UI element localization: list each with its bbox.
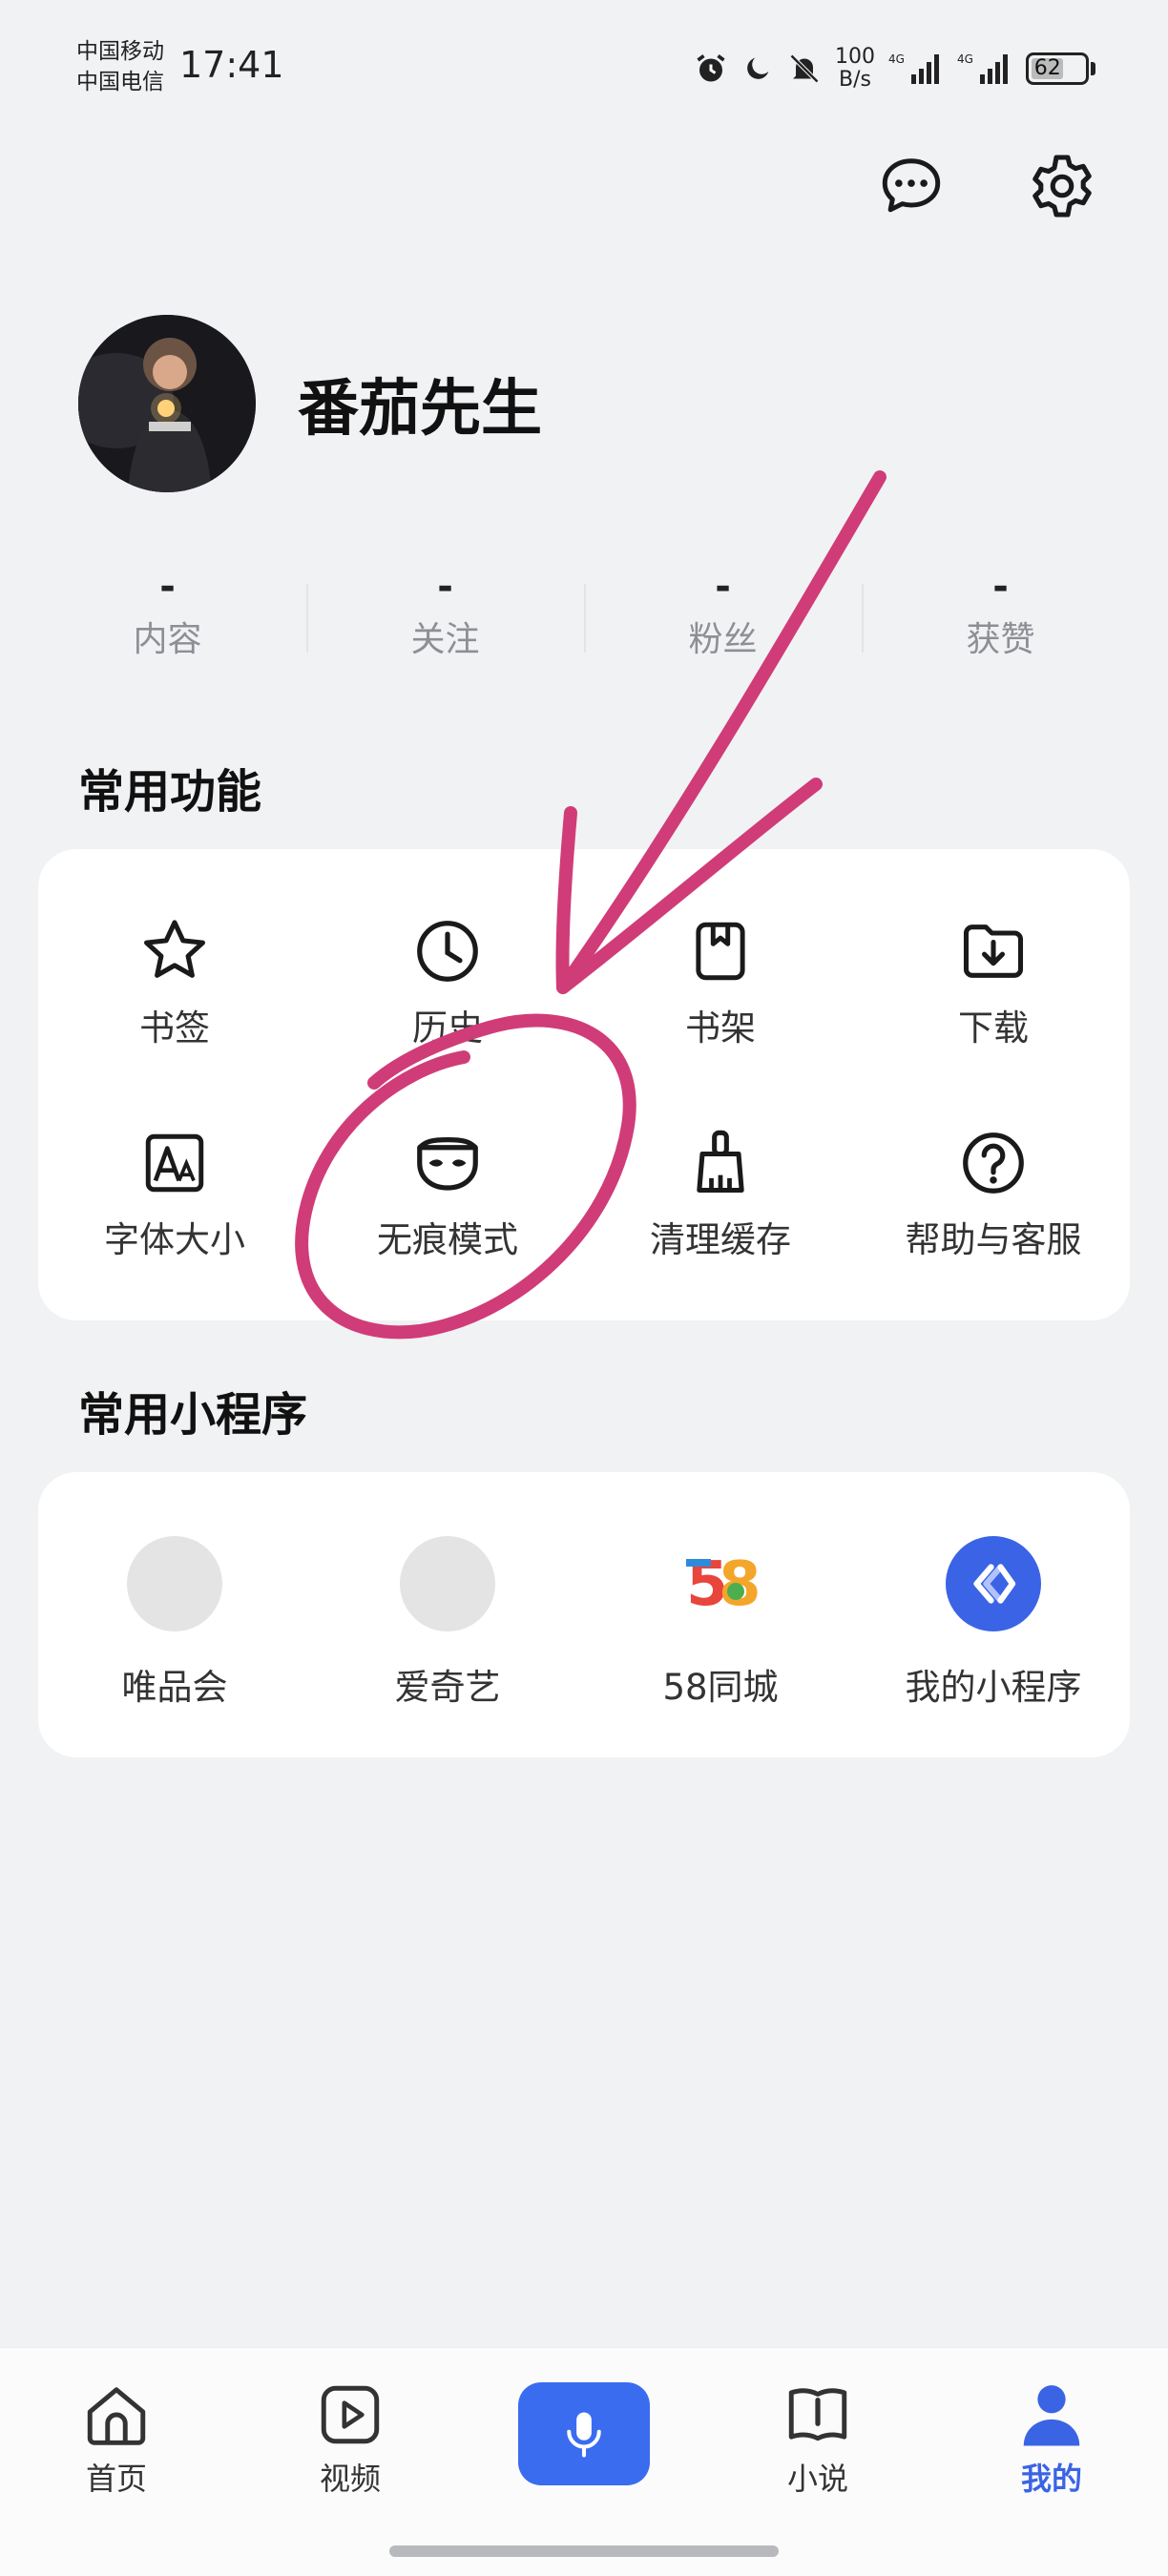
microphone-icon — [567, 2412, 601, 2458]
alarm-icon — [697, 54, 725, 82]
moon-icon — [747, 57, 769, 79]
mini-program-label: 我的小程序 — [905, 1667, 1082, 1708]
bookshelf-icon — [696, 922, 745, 981]
function-bookmark[interactable]: 书签 — [38, 849, 311, 1061]
carrier-2: 中国电信 — [76, 70, 164, 94]
mini-program-logo-icon — [946, 1536, 1041, 1631]
stat-value: - — [437, 565, 453, 609]
stat-likes[interactable]: - 获赞 — [862, 563, 1139, 687]
mini-program-iqiyi[interactable]: 爱奇艺 — [311, 1472, 584, 1757]
stat-label: 关注 — [410, 620, 480, 659]
bottom-nav: 首页 视频 小说 我的 — [0, 2347, 1168, 2576]
mini-program-label: 唯品会 — [121, 1667, 228, 1708]
net-speed: 100 B/s — [835, 45, 875, 92]
battery-indicator: 62 — [1026, 52, 1095, 85]
settings-button[interactable] — [1027, 151, 1097, 221]
stat-fans[interactable]: - 粉丝 — [584, 563, 862, 687]
nav-video[interactable]: 视频 — [274, 2377, 427, 2499]
carrier-names: 中国移动 中国电信 — [76, 36, 164, 97]
mini-program-placeholder-icon — [400, 1536, 495, 1631]
stat-value: - — [159, 565, 176, 609]
help-icon — [963, 1132, 1024, 1194]
clock-icon — [417, 921, 478, 982]
avatar[interactable] — [78, 315, 256, 492]
function-clear-cache[interactable]: 清理缓存 — [584, 1061, 857, 1273]
function-download[interactable]: 下载 — [857, 849, 1130, 1061]
function-label: 清理缓存 — [650, 1219, 791, 1260]
common-functions-card: 书签 历史 书架 下载 字体大小 无痕模式 清理缓存 帮助与客服 — [38, 849, 1130, 1320]
book-icon — [788, 2388, 847, 2441]
stat-content[interactable]: - 内容 — [29, 563, 306, 687]
nav-label: 我的 — [1020, 2461, 1082, 2497]
carrier-1: 中国移动 — [76, 39, 164, 64]
nav-label: 首页 — [85, 2461, 147, 2497]
nav-mine[interactable]: 我的 — [975, 2377, 1128, 2499]
star-icon — [144, 920, 205, 978]
stat-following[interactable]: - 关注 — [306, 563, 584, 687]
mini-program-label: 爱奇艺 — [394, 1667, 501, 1708]
function-label: 字体大小 — [104, 1219, 245, 1260]
message-button[interactable] — [876, 151, 947, 221]
function-label: 书架 — [685, 1008, 756, 1049]
stat-label: 获赞 — [966, 620, 1035, 659]
profile-stats: - 内容 - 关注 - 粉丝 - 获赞 — [29, 563, 1139, 687]
font-size-icon — [145, 1133, 204, 1193]
person-icon — [1023, 2385, 1080, 2446]
mini-program-58[interactable]: 5 8 58同城 — [584, 1472, 857, 1757]
signal-4g-icon: 4G — [888, 52, 939, 84]
mini-programs-card: 唯品会 爱奇艺 5 8 58同城 — [38, 1472, 1130, 1757]
download-folder-icon — [963, 924, 1024, 978]
svg-text:4G: 4G — [957, 52, 973, 66]
signal-4g-icon-2: 4G — [957, 52, 1008, 84]
broom-icon — [697, 1130, 744, 1194]
battery-level: 62 — [1032, 58, 1064, 79]
nav-home[interactable]: 首页 — [40, 2377, 193, 2499]
logo-58-icon: 5 8 — [673, 1536, 768, 1631]
profile-header[interactable]: 番茄先生 — [78, 315, 542, 492]
function-label: 书签 — [139, 1008, 210, 1049]
mask-icon — [417, 1137, 478, 1191]
username: 番茄先生 — [298, 374, 542, 445]
mute-bell-icon — [789, 53, 820, 84]
home-icon — [87, 2387, 146, 2445]
mini-programs-title: 常用小程序 — [78, 1388, 308, 1442]
gear-icon — [1032, 155, 1092, 218]
voice-search-button[interactable] — [518, 2382, 650, 2485]
function-history[interactable]: 历史 — [311, 849, 584, 1061]
function-label: 下载 — [958, 1008, 1029, 1049]
mini-program-label: 58同城 — [662, 1667, 779, 1708]
mini-program-mine[interactable]: 我的小程序 — [857, 1472, 1130, 1757]
nav-label: 视频 — [319, 2461, 381, 2497]
function-label: 无痕模式 — [377, 1219, 518, 1260]
mini-program-vip[interactable]: 唯品会 — [38, 1472, 311, 1757]
common-functions-title: 常用功能 — [78, 765, 262, 819]
stat-label: 粉丝 — [688, 620, 758, 659]
function-bookshelf[interactable]: 书架 — [584, 849, 857, 1061]
stat-label: 内容 — [133, 620, 202, 659]
stat-value: - — [992, 565, 1009, 609]
function-font-size[interactable]: 字体大小 — [38, 1061, 311, 1273]
function-help[interactable]: 帮助与客服 — [857, 1061, 1130, 1273]
nav-label: 小说 — [786, 2461, 848, 2497]
nav-novel[interactable]: 小说 — [741, 2377, 894, 2499]
video-icon — [321, 2385, 380, 2444]
chat-bubble-icon — [882, 158, 941, 213]
home-indicator — [389, 2545, 779, 2557]
function-label: 帮助与客服 — [905, 1219, 1082, 1260]
mini-program-placeholder-icon — [127, 1536, 222, 1631]
stat-value: - — [715, 565, 731, 609]
top-actions — [876, 151, 1097, 221]
function-incognito[interactable]: 无痕模式 — [311, 1061, 584, 1273]
status-icons: 100 B/s 4G 4G 62 — [694, 42, 1095, 95]
function-label: 历史 — [412, 1008, 483, 1049]
status-bar: 中国移动 中国电信 17:41 100 B/s 4G 4G 62 — [0, 0, 1168, 134]
svg-text:4G: 4G — [888, 52, 905, 66]
status-time: 17:41 — [179, 44, 284, 86]
